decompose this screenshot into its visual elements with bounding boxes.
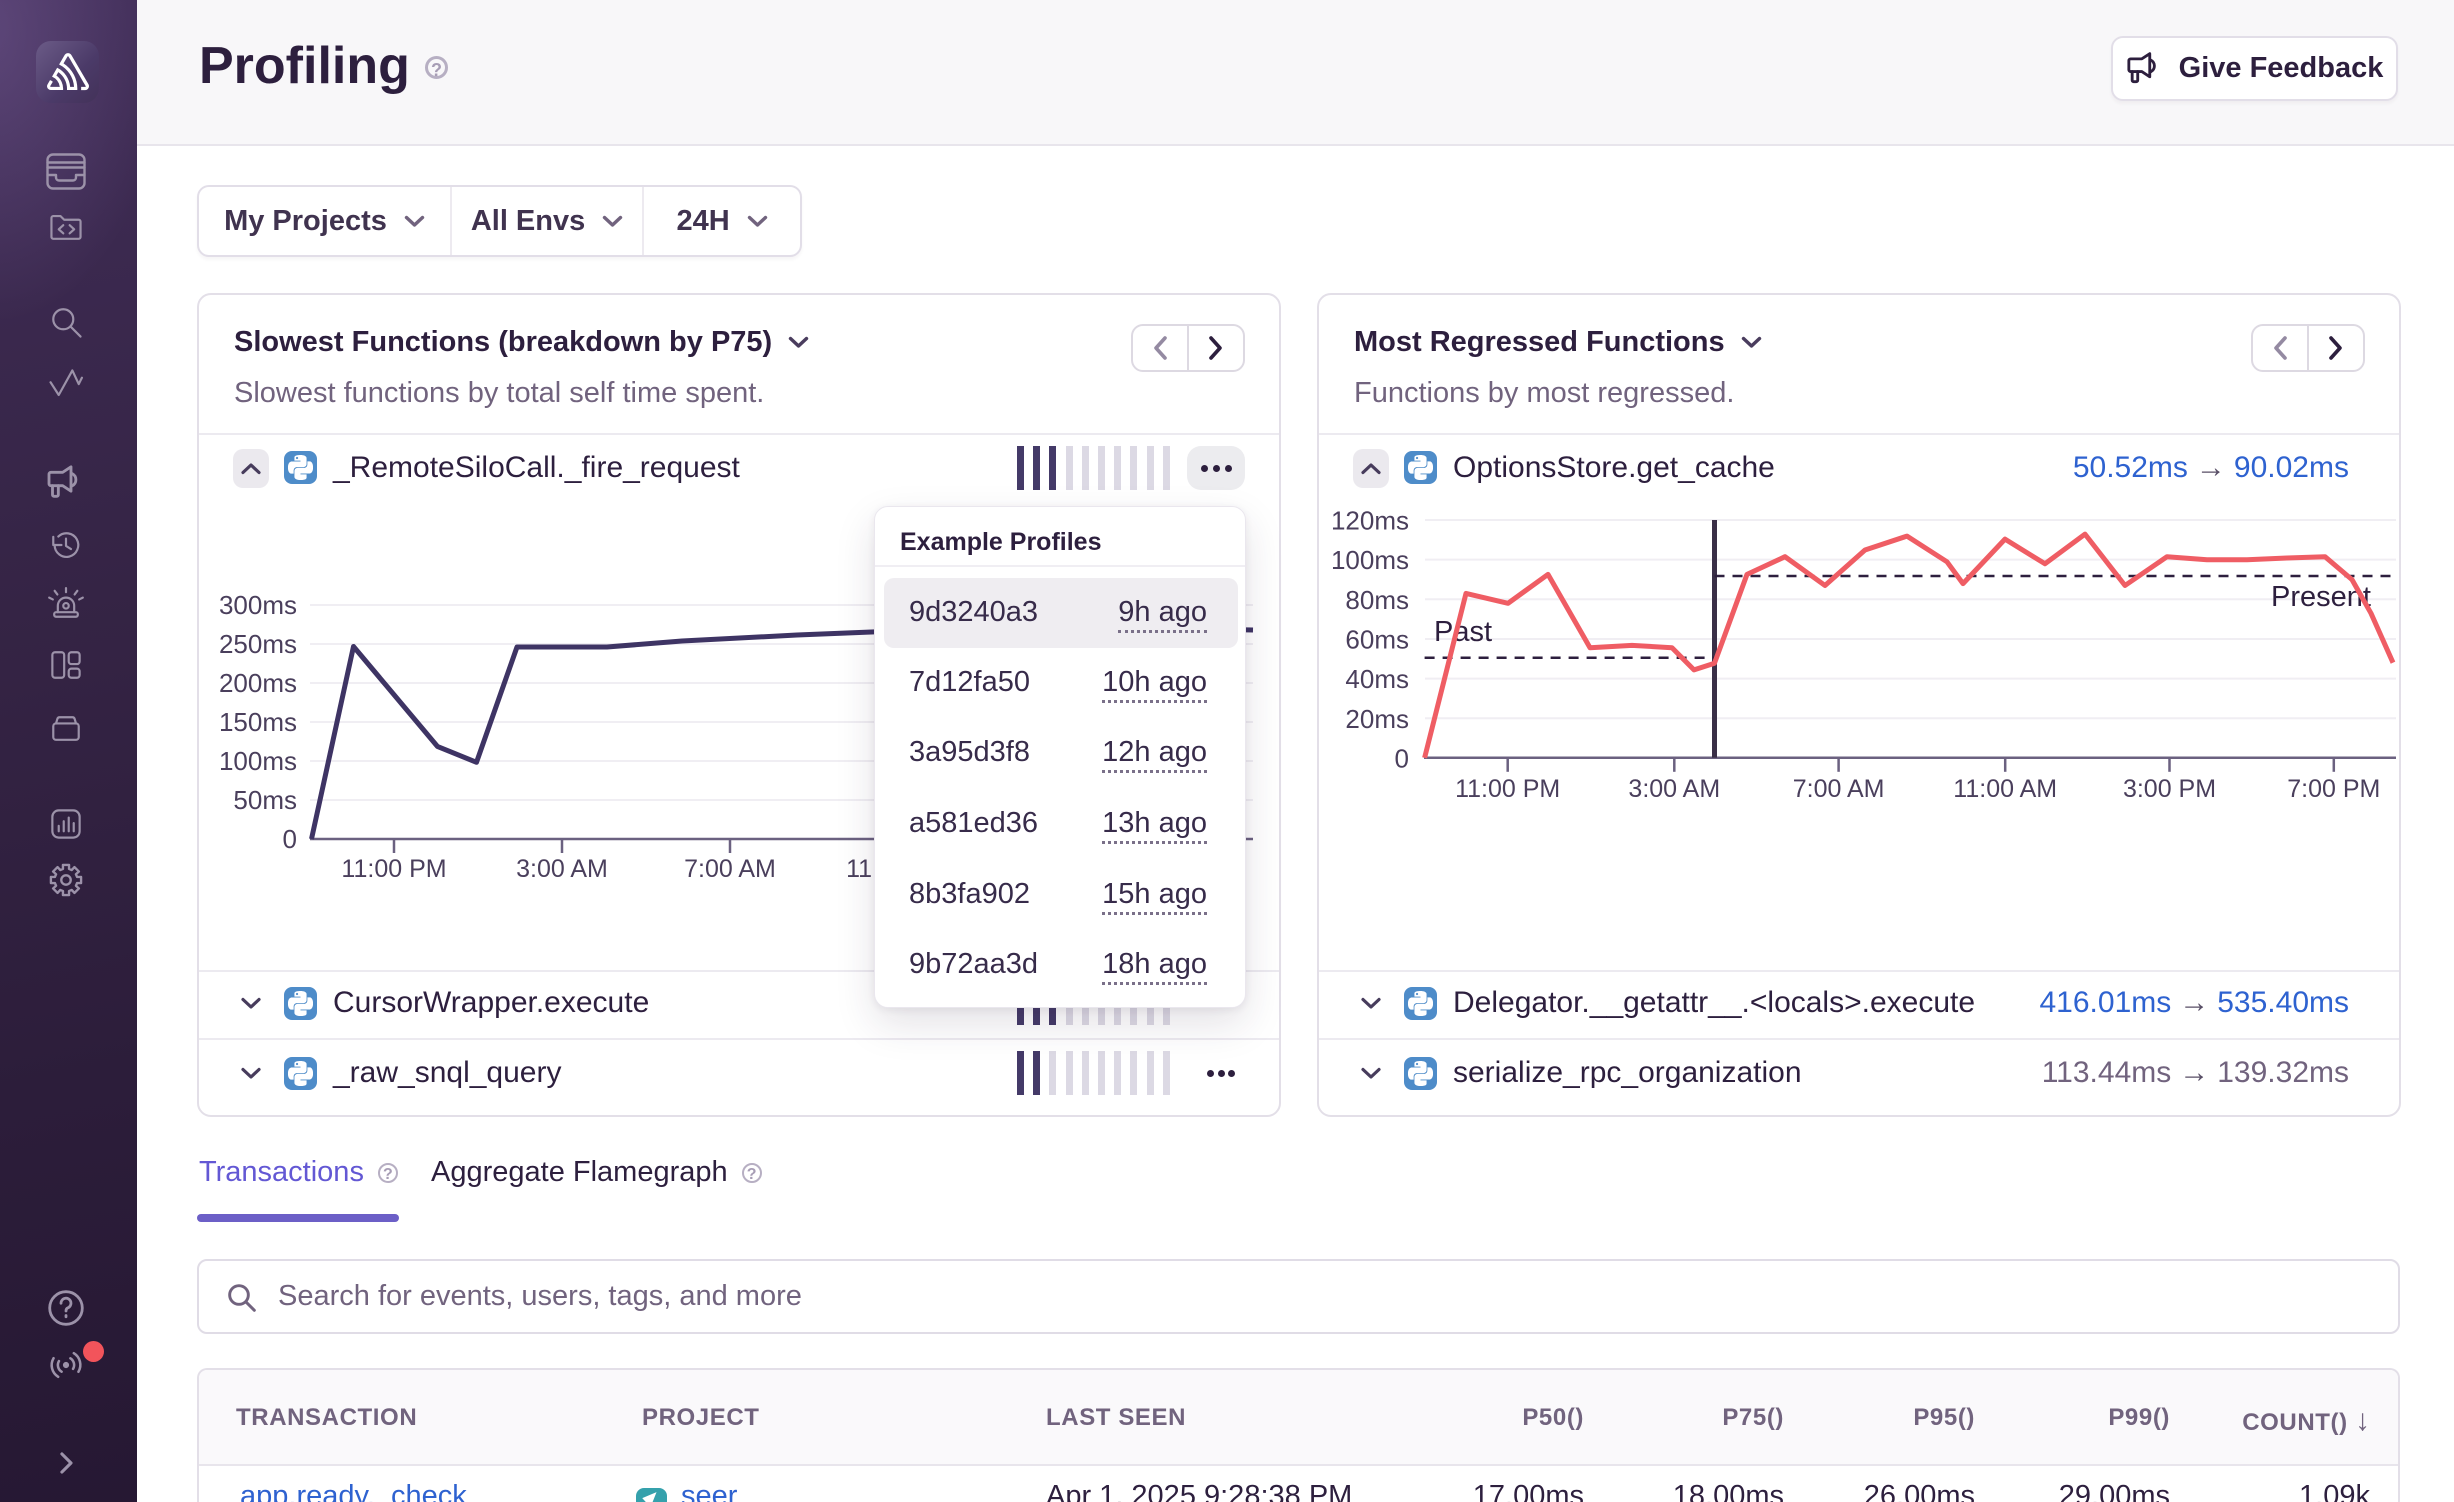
svg-text:80ms: 80ms	[1345, 585, 1409, 615]
svg-text:7:00 AM: 7:00 AM	[684, 855, 776, 883]
svg-text:Past: Past	[1434, 616, 1492, 648]
svg-text:150ms: 150ms	[219, 707, 297, 737]
svg-text:11:00 PM: 11:00 PM	[341, 855, 446, 883]
svg-text:20ms: 20ms	[1345, 704, 1409, 734]
svg-text:100ms: 100ms	[219, 746, 297, 776]
svg-text:300ms: 300ms	[219, 590, 297, 620]
svg-text:11:00 AM: 11:00 AM	[1953, 775, 2057, 803]
svg-text:100ms: 100ms	[1331, 545, 1409, 575]
svg-text:50ms: 50ms	[233, 785, 297, 815]
svg-text:200ms: 200ms	[219, 668, 297, 698]
svg-text:0: 0	[1395, 743, 1409, 773]
svg-text:60ms: 60ms	[1345, 625, 1409, 655]
svg-text:250ms: 250ms	[219, 629, 297, 659]
svg-text:3:00 PM: 3:00 PM	[2123, 775, 2216, 803]
svg-text:40ms: 40ms	[1345, 664, 1409, 694]
svg-text:7:00 AM: 7:00 AM	[1793, 775, 1885, 803]
svg-text:11:00 PM: 11:00 PM	[1455, 775, 1560, 803]
svg-text:0: 0	[283, 824, 297, 854]
svg-text:Present: Present	[2271, 581, 2371, 613]
svg-text:3:00 AM: 3:00 AM	[516, 855, 608, 883]
svg-text:120ms: 120ms	[1331, 506, 1409, 536]
svg-text:7:00 PM: 7:00 PM	[2287, 775, 2380, 803]
svg-text:3:00 AM: 3:00 AM	[1628, 775, 1720, 803]
